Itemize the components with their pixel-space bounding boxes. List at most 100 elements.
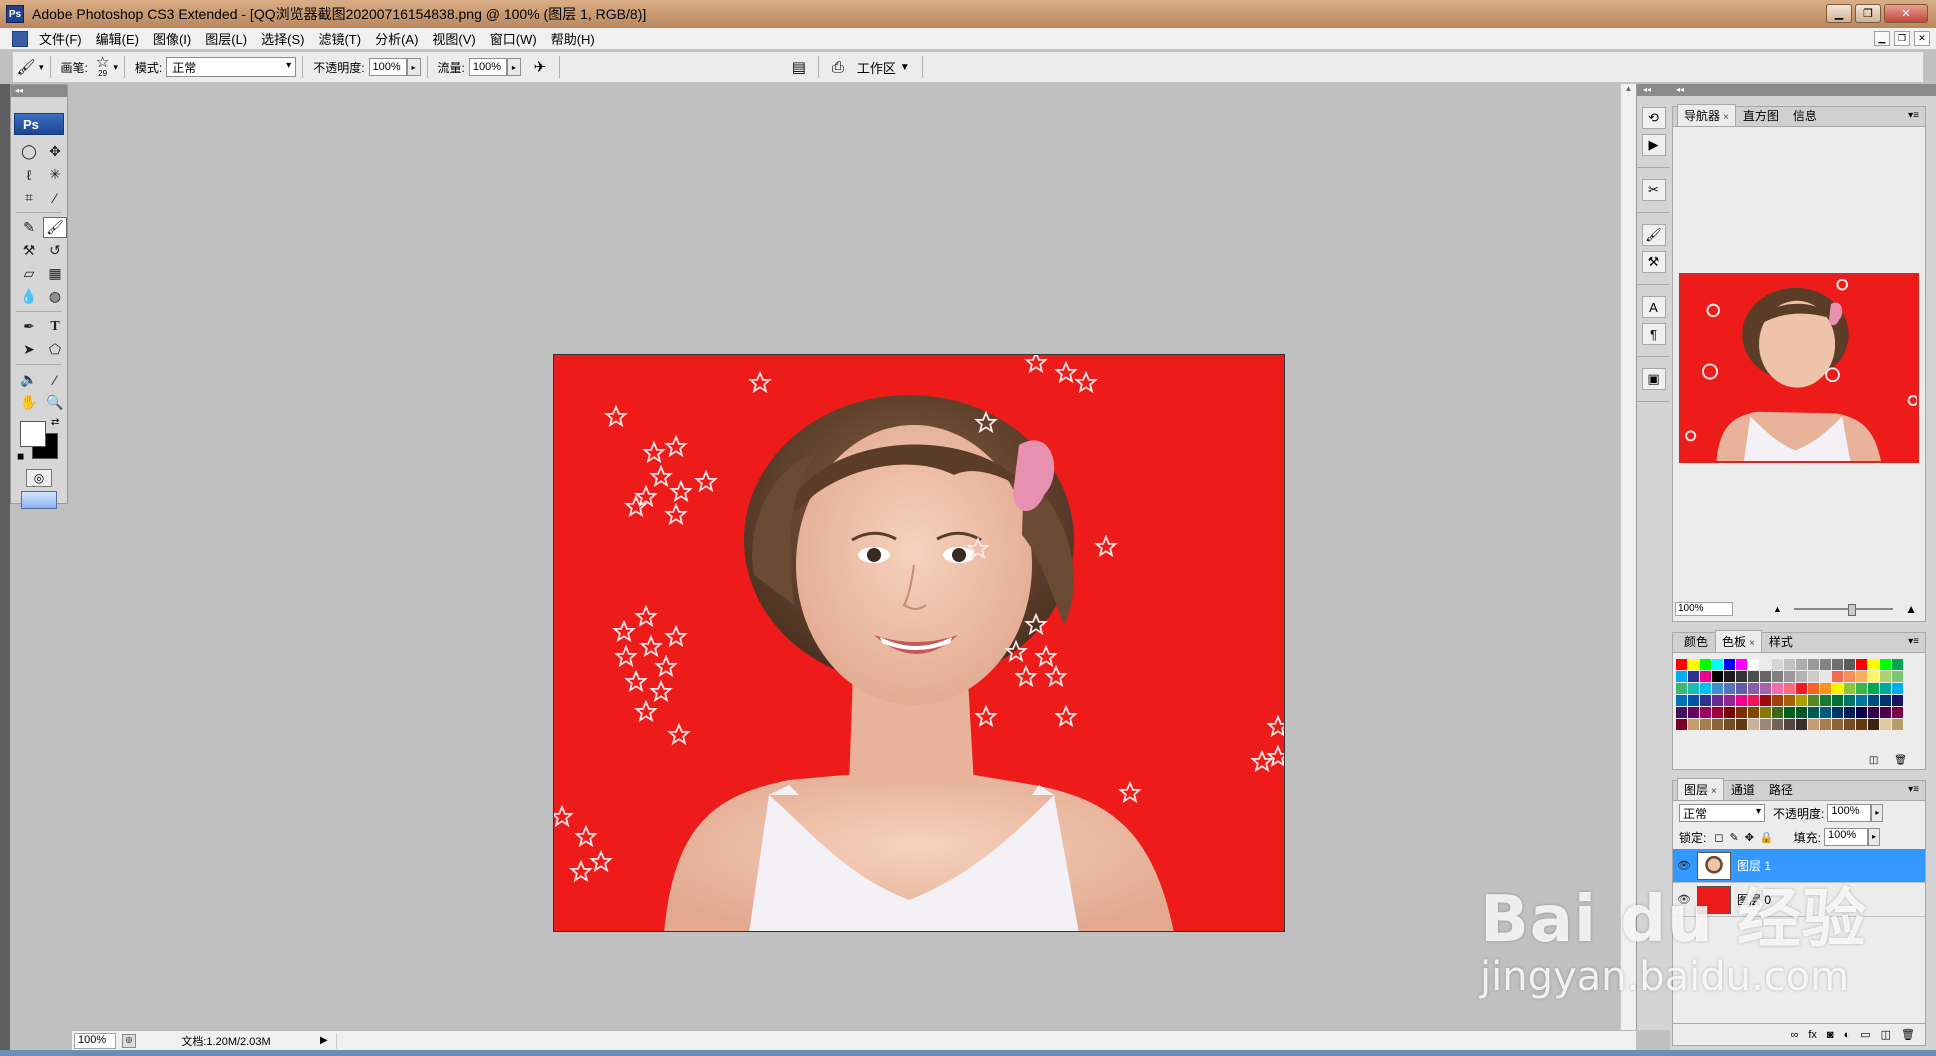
color-swatch[interactable] [1784,671,1795,682]
layer-style-icon[interactable]: fx [1808,1029,1817,1041]
link-layers-icon[interactable]: ∞ [1791,1029,1799,1041]
slice-tool-icon[interactable]: ⁄ [43,187,67,208]
color-swatch[interactable] [1808,683,1819,694]
flow-slider-arrow-icon[interactable]: ▸ [506,58,521,76]
panels-collapse-icon[interactable]: ◂◂ [1670,84,1936,96]
color-swatch[interactable] [1676,695,1687,706]
crop-tool-icon[interactable]: ⌗ [17,187,41,208]
color-swatch[interactable] [1772,707,1783,718]
airbrush-icon[interactable]: ✈ [527,55,553,79]
color-swatch[interactable] [1760,707,1771,718]
color-swatch[interactable] [1724,719,1735,730]
mode-select[interactable]: 正常 [166,57,297,77]
brush-tool-icon[interactable]: 🖌 [43,217,67,238]
color-swatch[interactable] [1808,695,1819,706]
color-swatch[interactable] [1772,683,1783,694]
menu-window[interactable]: 窗口(W) [483,29,544,48]
menu-image[interactable]: 图像(I) [146,29,198,48]
gradient-tool-icon[interactable]: ▦ [43,263,67,284]
color-swatch[interactable] [1700,671,1711,682]
color-swatch[interactable] [1724,695,1735,706]
document-image[interactable] [553,354,1285,932]
color-swatch[interactable] [1676,719,1687,730]
color-swatch[interactable] [1712,671,1723,682]
layer-opacity-arrow-icon[interactable]: ▸ [1871,804,1884,822]
brush-tool-preset-icon[interactable]: 🖌 [13,55,39,79]
color-swatch[interactable] [1700,719,1711,730]
color-swatch[interactable] [1796,719,1807,730]
zoom-in-icon[interactable]: ▲ [1905,602,1917,616]
color-swatch[interactable] [1748,719,1759,730]
move-tool-icon[interactable]: ✥ [43,141,67,162]
color-swatch[interactable] [1736,683,1747,694]
tab-styles[interactable]: 样式 [1762,630,1800,652]
color-swatch[interactable] [1772,695,1783,706]
color-swatch[interactable] [1676,659,1687,670]
default-colors-icon[interactable]: ◼ [17,451,24,462]
color-swatch[interactable] [1844,719,1855,730]
color-swatch[interactable] [1688,707,1699,718]
color-swatch[interactable] [1784,695,1795,706]
color-swatch[interactable] [1712,695,1723,706]
new-swatch-icon[interactable]: ◫ [1869,755,1878,766]
tab-color[interactable]: 颜色 [1677,630,1715,652]
color-swatch[interactable] [1820,695,1831,706]
doc-restore-icon[interactable]: ❐ [1894,31,1910,46]
navigator-zoom-input[interactable]: 100% [1675,602,1733,616]
color-swatch[interactable] [1796,695,1807,706]
history-panel-icon[interactable]: ⟲ [1641,107,1666,129]
magic-wand-tool-icon[interactable]: ✳ [43,164,67,185]
color-swatch[interactable] [1844,695,1855,706]
color-swatch[interactable] [1808,659,1819,670]
color-swatch[interactable] [1880,719,1891,730]
visibility-eye-icon[interactable]: 👁 [1673,859,1695,872]
tab-layers[interactable]: 图层 × [1677,778,1724,800]
lock-transparent-icon[interactable]: ◻ [1714,831,1723,844]
color-swatch[interactable] [1760,695,1771,706]
color-swatch[interactable] [1796,671,1807,682]
fill-arrow-icon[interactable]: ▸ [1867,828,1880,846]
notes-tool-icon[interactable]: 🔈 [17,369,41,390]
zoom-level-input[interactable]: 100% [74,1032,116,1049]
blend-mode-select[interactable]: 正常 [1679,804,1765,822]
hand-tool-icon[interactable]: ✋ [17,392,41,413]
color-swatch[interactable] [1676,671,1687,682]
panel-menu-icon[interactable]: ▾≡ [1908,784,1919,795]
color-swatch[interactable] [1820,671,1831,682]
color-swatch[interactable] [1688,695,1699,706]
color-swatch[interactable] [1784,719,1795,730]
color-swatch[interactable] [1796,659,1807,670]
color-swatch[interactable] [1832,695,1843,706]
color-swatch[interactable] [1760,683,1771,694]
color-swatch[interactable] [1880,707,1891,718]
color-swatch[interactable] [1784,659,1795,670]
tab-navigator[interactable]: 导航器 × [1677,104,1736,126]
brush-picker[interactable]: ☆ 29 [96,55,109,78]
panel-menu-icon[interactable]: ▾≡ [1908,636,1919,647]
color-swatch[interactable] [1856,683,1867,694]
color-swatch[interactable] [1688,671,1699,682]
color-swatch[interactable] [1892,719,1903,730]
status-menu-arrow-icon[interactable]: ▶ [320,1035,328,1046]
color-swatch[interactable] [1832,659,1843,670]
tab-channels[interactable]: 通道 [1724,778,1762,800]
close-icon[interactable]: ✕ [1884,4,1928,23]
visibility-eye-icon[interactable]: 👁 [1673,893,1695,906]
navigator-thumbnail[interactable] [1679,273,1919,463]
delete-layer-icon[interactable]: 🗑 [1901,1028,1915,1041]
menu-select[interactable]: 选择(S) [254,29,311,48]
foreground-color[interactable] [20,421,46,447]
tab-histogram[interactable]: 直方图 [1736,104,1786,126]
color-swatch[interactable] [1748,683,1759,694]
color-swatch[interactable] [1880,683,1891,694]
color-swatch[interactable] [1832,707,1843,718]
color-swatch[interactable] [1688,659,1699,670]
actions-panel-icon[interactable]: ▶ [1641,134,1666,156]
eyedropper-tool-icon[interactable]: ⁄ [43,369,67,390]
lock-position-icon[interactable]: ✥ [1745,831,1754,844]
minimize-icon[interactable]: ▁ [1826,4,1852,23]
ps-badge[interactable]: Ps [14,113,64,135]
zoom-tool-icon[interactable]: 🔍 [43,392,67,413]
color-swatch[interactable] [1820,707,1831,718]
healing-brush-tool-icon[interactable]: ✎ [17,217,41,238]
